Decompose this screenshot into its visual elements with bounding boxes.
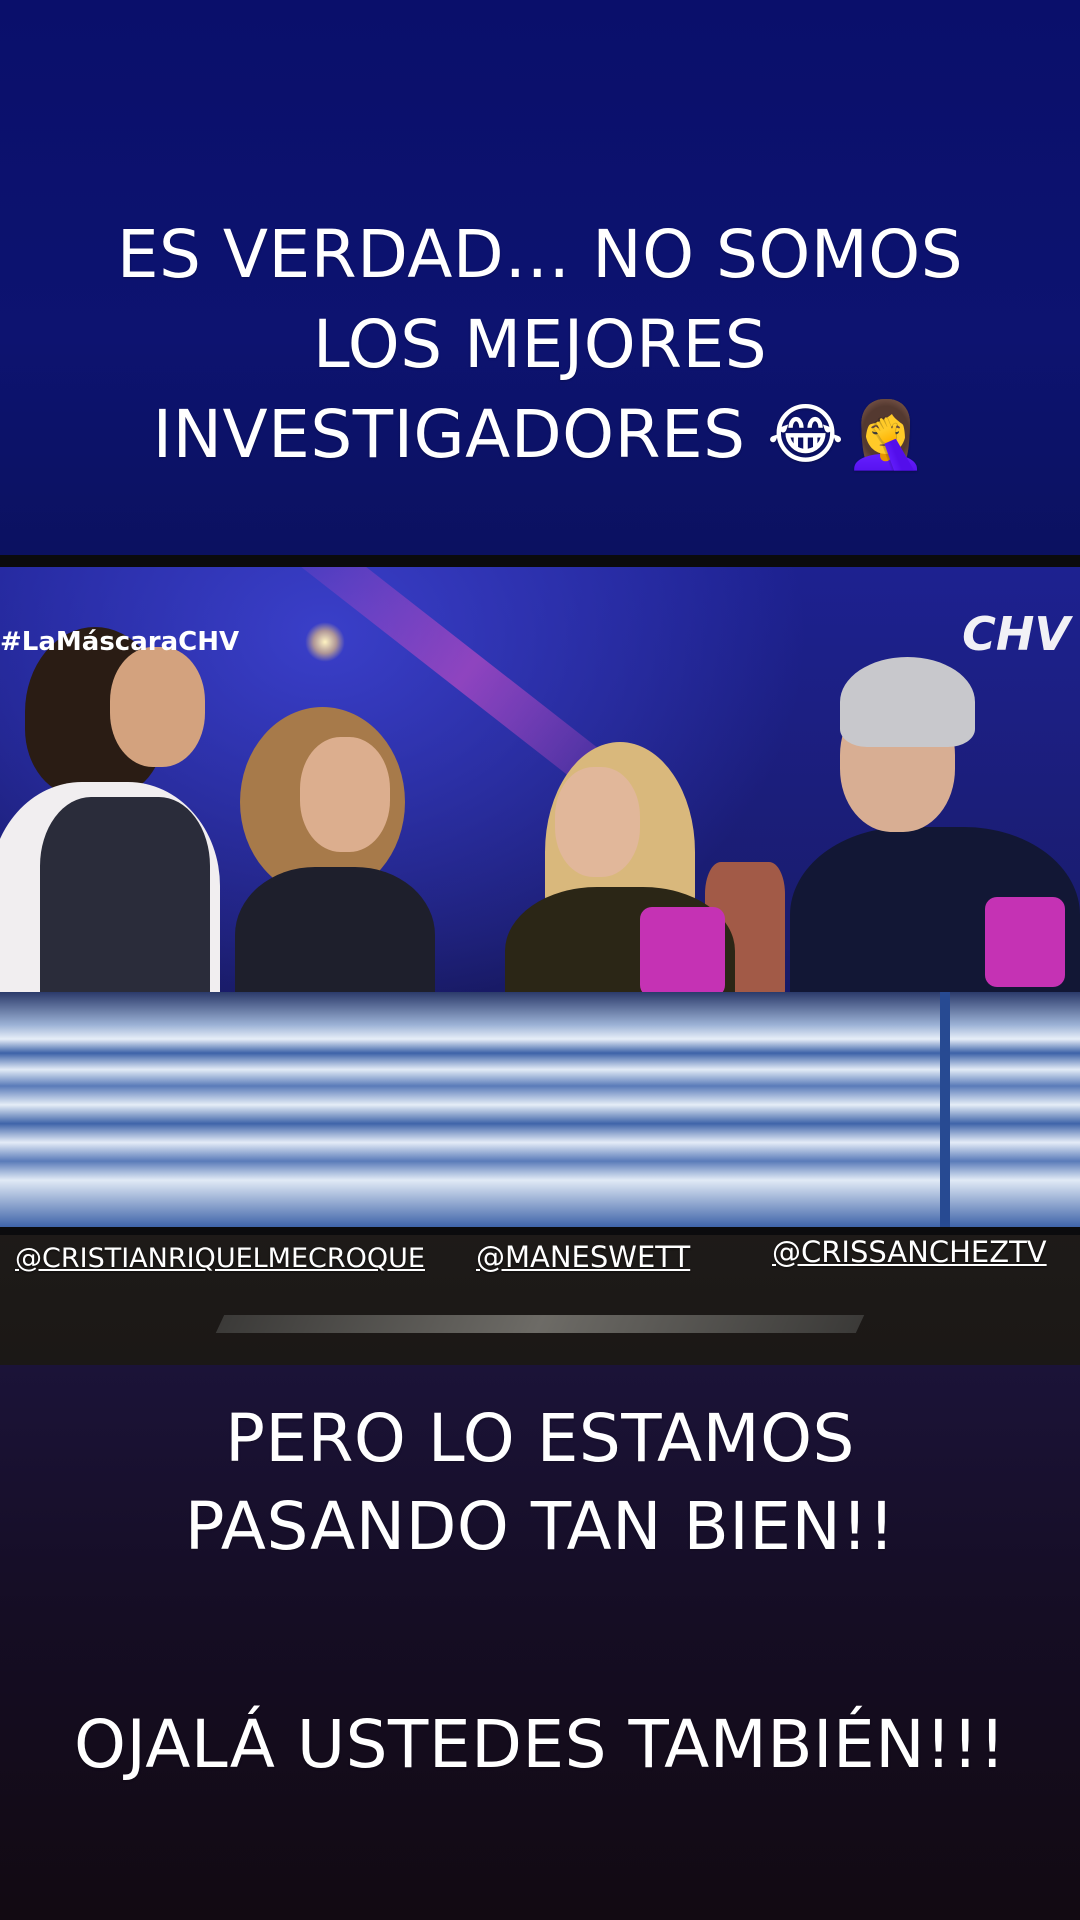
binoculars-icon: [985, 897, 1065, 987]
mention-tag[interactable]: @MANESWETT: [476, 1240, 690, 1274]
tv-stand: [215, 1315, 865, 1333]
stage-spotlight: [305, 622, 345, 662]
top-caption-text: ES VERDAD… NO SOMOS LOS MEJORES INVESTIG…: [0, 210, 1080, 480]
channel-logo: CHV: [962, 607, 1070, 661]
mention-tag[interactable]: @CRISTIANRIQUELMECROQUE: [15, 1243, 425, 1274]
middle-caption-text: PERO LO ESTAMOS PASANDO TAN BIEN!!: [0, 1395, 1080, 1571]
tv-photo: #LaMáscaraCHV CHV @CRISTIANRIQUELMECROQU…: [0, 555, 1080, 1365]
judge-4-hair: [840, 657, 975, 747]
desk-divider: [940, 992, 950, 1227]
caption-line: LOS MEJORES: [312, 306, 768, 383]
tv-hashtag: #LaMáscaraCHV: [0, 627, 240, 657]
caption-line: OJALÁ USTEDES TAMBIÉN!!!: [74, 1706, 1006, 1783]
caption-line: PERO LO ESTAMOS: [225, 1400, 855, 1477]
judge-3-face: [555, 767, 640, 877]
judge-1-face: [110, 647, 205, 767]
mention-tag[interactable]: @CRISSANCHEZTV: [772, 1235, 1047, 1269]
caption-line: PASANDO TAN BIEN!!: [184, 1488, 896, 1565]
caption-line: INVESTIGADORES 😂🤦‍♀️: [152, 396, 928, 473]
bottom-caption-text: OJALÁ USTEDES TAMBIÉN!!!: [0, 1705, 1080, 1785]
binoculars-icon: [640, 907, 725, 997]
judges-desk: [0, 992, 1080, 1227]
caption-line: ES VERDAD… NO SOMOS: [116, 216, 964, 293]
tv-screen: #LaMáscaraCHV CHV: [0, 567, 1080, 1227]
mention-tags: @CRISTIANRIQUELMECROQUE @MANESWETT @CRIS…: [0, 1235, 1080, 1295]
judge-2-face: [300, 737, 390, 852]
